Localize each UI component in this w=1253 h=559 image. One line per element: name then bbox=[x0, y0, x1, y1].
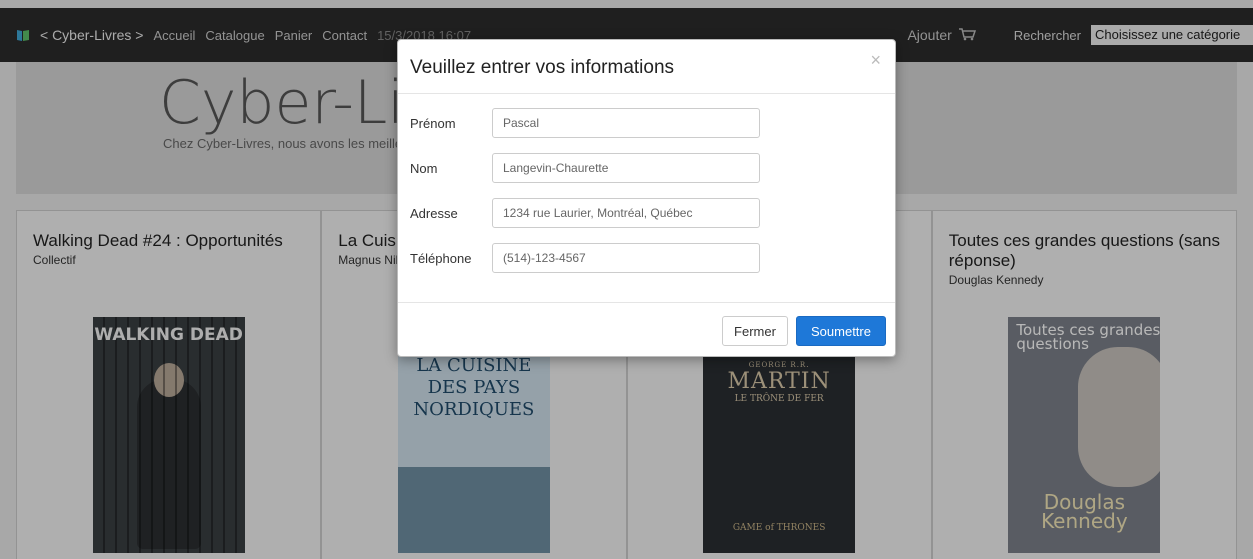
modal-body: Prénom Pascal Nom Langevin-Chaurette Adr… bbox=[398, 94, 895, 303]
form-row-adresse: Adresse 1234 rue Laurier, Montréal, Québ… bbox=[410, 198, 760, 228]
submit-button[interactable]: Soumettre bbox=[796, 316, 886, 346]
close-button[interactable]: Fermer bbox=[722, 316, 788, 346]
prenom-label: Prénom bbox=[410, 115, 456, 131]
telephone-field[interactable]: (514)-123-4567 bbox=[492, 243, 760, 273]
adresse-field[interactable]: 1234 rue Laurier, Montréal, Québec bbox=[492, 198, 760, 228]
close-icon[interactable]: × bbox=[870, 50, 881, 71]
form-row-telephone: Téléphone (514)-123-4567 bbox=[410, 243, 760, 273]
form-row-nom: Nom Langevin-Chaurette bbox=[410, 153, 760, 183]
nom-label: Nom bbox=[410, 160, 438, 176]
modal-title: Veuillez entrer vos informations bbox=[410, 57, 675, 78]
modal-header: Veuillez entrer vos informations × bbox=[398, 40, 895, 94]
adresse-label: Adresse bbox=[410, 205, 458, 221]
form-row-prenom: Prénom Pascal bbox=[410, 108, 760, 138]
prenom-field[interactable]: Pascal bbox=[492, 108, 760, 138]
nom-field[interactable]: Langevin-Chaurette bbox=[492, 153, 760, 183]
telephone-label: Téléphone bbox=[410, 250, 472, 266]
modal-footer: Fermer Soumettre bbox=[398, 303, 895, 357]
info-modal: Veuillez entrer vos informations × Préno… bbox=[397, 39, 896, 357]
